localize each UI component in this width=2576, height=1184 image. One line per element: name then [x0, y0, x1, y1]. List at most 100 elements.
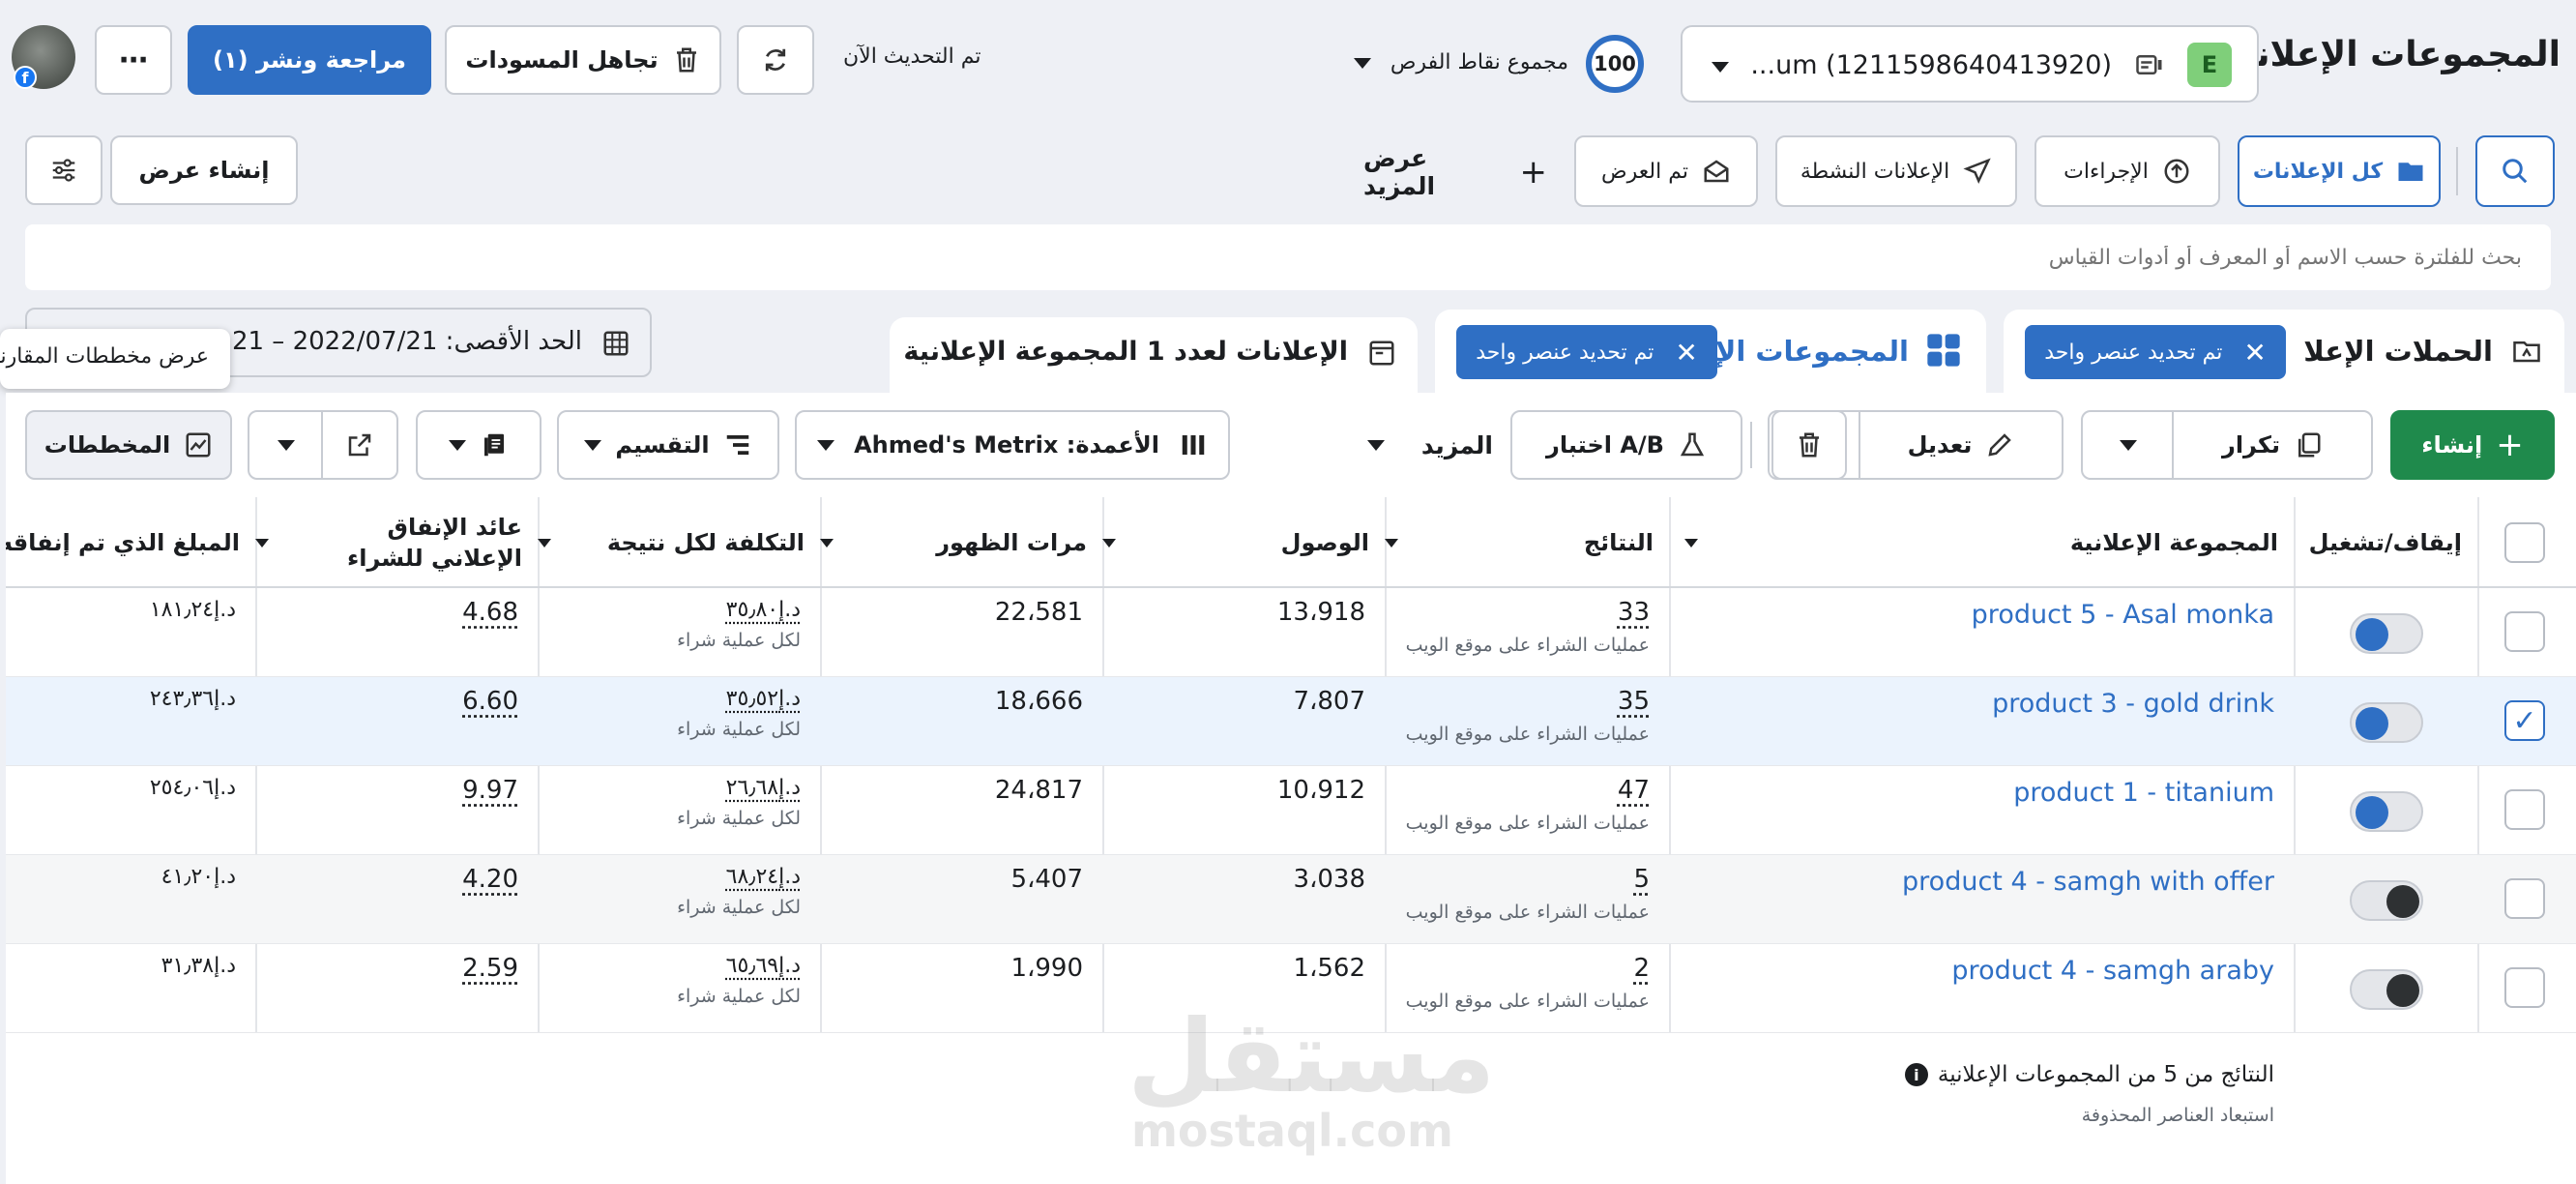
- header-spent[interactable]: المبلغ الذي تم إنفاقه: [6, 497, 255, 588]
- select-all-checkbox[interactable]: [2504, 522, 2545, 563]
- close-icon[interactable]: ✕: [1675, 337, 1697, 369]
- tab-campaigns[interactable]: الحملات الإعلا تم تحديد عنصر واحد ✕: [2004, 310, 2564, 393]
- row-checkbox[interactable]: [2504, 967, 2545, 1008]
- export-button[interactable]: [321, 412, 396, 478]
- duplicate-dropdown[interactable]: [2083, 412, 2174, 478]
- cost-sub: لكل عملية شراء: [677, 808, 801, 829]
- row-name[interactable]: product 5 - Asal monka: [1669, 588, 2294, 677]
- info-icon[interactable]: i: [1904, 1063, 1928, 1086]
- sort-caret-icon: [1102, 538, 1116, 548]
- results-sub: عمليات الشراء على موقع الويب: [1405, 724, 1650, 745]
- row-checkbox[interactable]: ✓: [2504, 700, 2545, 741]
- roas-value: 4.68: [462, 598, 518, 627]
- filter-shown[interactable]: تم العرض: [1574, 135, 1758, 207]
- edit-button[interactable]: تعديل: [1859, 412, 2062, 478]
- header-roas[interactable]: عائد الإنفاق الإعلاني للشراء: [255, 497, 538, 588]
- chevron-down-icon: [817, 439, 835, 451]
- row-toggle[interactable]: [2350, 613, 2423, 654]
- tab-adsets[interactable]: المجموعات الإ تم تحديد عنصر واحد ✕: [1435, 310, 1986, 393]
- row-reach: 13،918: [1276, 598, 1365, 627]
- row-name[interactable]: product 3 - gold drink: [1669, 677, 2294, 766]
- chevron-down-icon: [2120, 439, 2137, 451]
- tab-ads[interactable]: الإعلانات لعدد 1 المجموعة الإعلانية: [890, 317, 1418, 393]
- trash-icon: [672, 45, 701, 74]
- header-reach[interactable]: الوصول: [1102, 497, 1385, 588]
- filter-actions-label: الإجراءات: [2064, 159, 2149, 184]
- trend-chart-icon: [184, 430, 213, 459]
- roas-value: 4.20: [462, 865, 518, 894]
- cost-value: د.إ‏٣٥٫٨٠: [725, 598, 801, 622]
- avatar[interactable]: f: [12, 25, 75, 89]
- filter-active-ads[interactable]: الإعلانات النشطة: [1775, 135, 2017, 207]
- discard-drafts-button[interactable]: تجاهل المسودات: [445, 25, 721, 95]
- ab-test-label: اختبار A/B: [1546, 431, 1664, 459]
- create-button[interactable]: إنشاء +: [2390, 410, 2555, 480]
- folder-icon: [2396, 157, 2425, 186]
- upload-circle-icon: [2162, 157, 2191, 186]
- filter-divider: [2456, 147, 2458, 195]
- row-toggle[interactable]: [2350, 702, 2423, 743]
- row-checkbox[interactable]: [2504, 789, 2545, 830]
- view-settings-button[interactable]: [25, 135, 102, 205]
- row-checkbox[interactable]: [2504, 878, 2545, 919]
- duplicate-button[interactable]: تكرار: [2172, 412, 2371, 478]
- more-dropdown[interactable]: المزيد: [1367, 426, 1493, 464]
- row-name[interactable]: product 4 - samgh araby: [1669, 944, 2294, 1033]
- checkmark-icon: ✓: [2512, 703, 2537, 738]
- close-icon[interactable]: ✕: [2243, 337, 2266, 369]
- account-selector[interactable]: E ...um (1211598640413920): [1681, 25, 2259, 103]
- show-more-filters[interactable]: عرض المزيد +: [1363, 144, 1547, 200]
- send-icon: [1963, 157, 1992, 186]
- filter-all-ads-label: كل الإعلانات: [2252, 159, 2384, 184]
- results-value: 35: [1617, 687, 1650, 716]
- flask-icon: [1678, 430, 1707, 459]
- export-dropdown[interactable]: [249, 412, 323, 478]
- opportunity-score[interactable]: 100 مجموع نقاط الفرص: [1354, 35, 1644, 93]
- row-checkbox[interactable]: [2504, 611, 2545, 652]
- header-results[interactable]: النتائج: [1385, 497, 1669, 588]
- header-cost[interactable]: التكلفة لكل نتيجة: [538, 497, 820, 588]
- duplicate-label: تكرار: [2222, 431, 2280, 459]
- delete-button[interactable]: [1771, 410, 1847, 480]
- columns-dropdown[interactable]: الأعمدة: Ahmed's Metrix: [795, 410, 1230, 480]
- row-name[interactable]: product 1 - titanium: [1669, 766, 2294, 855]
- row-reach: 10،912: [1276, 776, 1365, 805]
- row-name[interactable]: product 4 - samgh with offer: [1669, 855, 2294, 944]
- discard-label: تجاهل المسودات: [465, 46, 659, 74]
- reports-dropdown[interactable]: [416, 410, 542, 480]
- charts-button[interactable]: المخططات: [25, 410, 232, 480]
- search-toggle-button[interactable]: [2475, 135, 2555, 207]
- search-bar[interactable]: [25, 224, 2551, 290]
- row-toggle[interactable]: [2350, 791, 2423, 832]
- header-impressions[interactable]: مرات الظهور: [820, 497, 1102, 588]
- filter-actions[interactable]: الإجراءات: [2034, 135, 2220, 207]
- refresh-button[interactable]: [737, 25, 814, 95]
- row-toggle[interactable]: [2350, 969, 2423, 1010]
- header-name[interactable]: المجموعة الإعلانية: [1669, 497, 2294, 588]
- row-cost: د.إ‏٢٦٫٦٨ لكل عملية شراء: [538, 766, 820, 855]
- cost-sub: لكل عملية شراء: [677, 719, 801, 740]
- campaigns-selection-pill[interactable]: تم تحديد عنصر واحد ✕: [2025, 325, 2286, 379]
- facebook-icon: f: [14, 66, 37, 89]
- adsets-selection-pill[interactable]: تم تحديد عنصر واحد ✕: [1456, 325, 1717, 379]
- filter-all-ads[interactable]: كل الإعلانات: [2238, 135, 2441, 207]
- header-impressions-label: مرات الظهور: [936, 529, 1087, 556]
- chevron-down-icon: [278, 439, 295, 451]
- sort-caret-icon: [538, 538, 551, 548]
- results-sub: عمليات الشراء على موقع الويب: [1405, 635, 1650, 656]
- refresh-icon: [761, 45, 790, 74]
- ab-test-button[interactable]: اختبار A/B: [1510, 410, 1742, 480]
- table-row[interactable]: product 1 - titanium 47 عمليات الشراء على…: [6, 766, 2576, 855]
- watermark-logo: مستقل: [1127, 997, 1496, 1115]
- breakdown-dropdown[interactable]: التقسيم: [557, 410, 779, 480]
- more-options-button[interactable]: ⋯: [95, 25, 172, 95]
- results-sub: عمليات الشراء على موقع الويب: [1405, 813, 1650, 834]
- chevron-down-icon: [1354, 58, 1371, 69]
- table-row[interactable]: ✓ product 3 - gold drink 35 عمليات الشراء…: [6, 677, 2576, 766]
- table-row[interactable]: product 4 - samgh with offer 5 عمليات الش…: [6, 855, 2576, 944]
- row-toggle[interactable]: [2350, 880, 2423, 921]
- review-publish-button[interactable]: مراجعة ونشر (١): [188, 25, 431, 95]
- table-row[interactable]: product 5 - Asal monka 33 عمليات الشراء ع…: [6, 588, 2576, 677]
- create-view-button[interactable]: إنشاء عرض: [110, 135, 298, 205]
- search-input[interactable]: [588, 234, 2522, 281]
